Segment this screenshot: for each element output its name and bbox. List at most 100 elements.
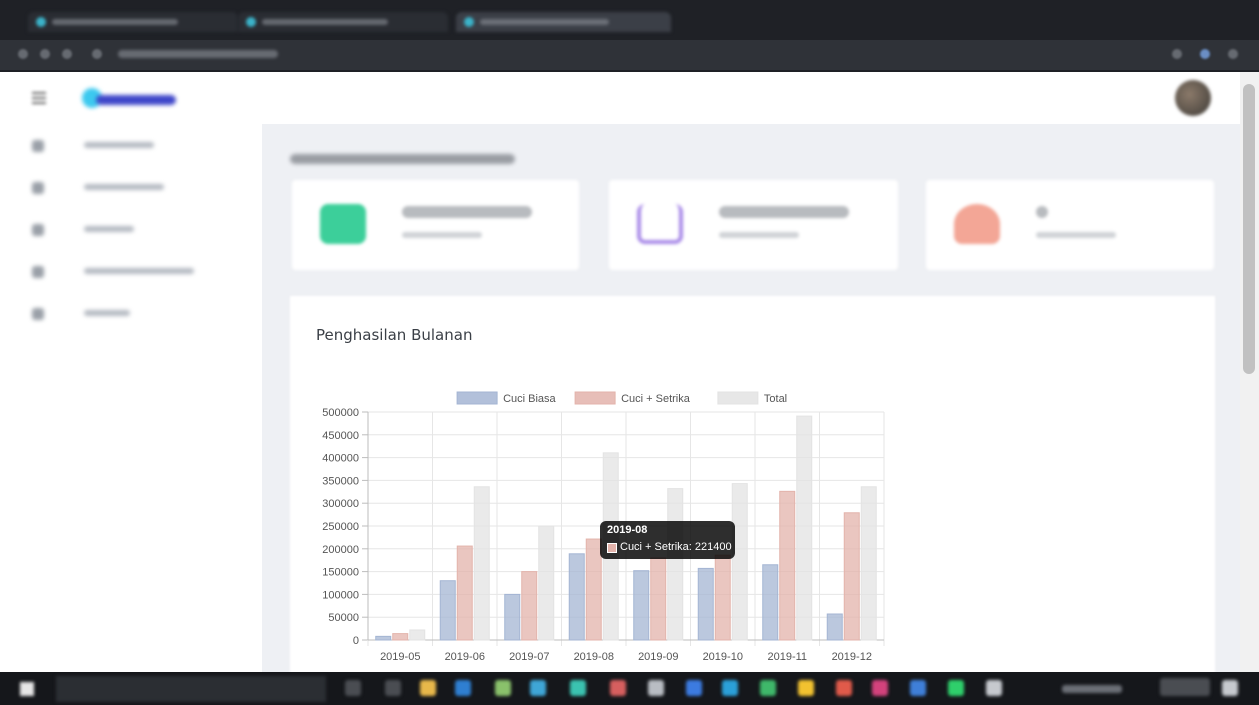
taskbar-app-icon[interactable] bbox=[570, 680, 586, 696]
taskbar-app-icon[interactable] bbox=[648, 680, 664, 696]
y-tick-label: 350000 bbox=[322, 475, 359, 487]
y-tick-label: 0 bbox=[353, 635, 359, 647]
bar bbox=[762, 564, 779, 641]
sidebar-item-admin[interactable] bbox=[30, 306, 230, 320]
bar bbox=[585, 538, 602, 641]
legend-label: Total bbox=[764, 393, 787, 405]
bar bbox=[826, 613, 843, 641]
sidebar-item-cucian[interactable] bbox=[30, 222, 230, 236]
back-icon[interactable] bbox=[18, 49, 28, 59]
y-tick-label: 250000 bbox=[322, 521, 359, 533]
bar bbox=[568, 553, 585, 641]
taskbar-app-icon[interactable] bbox=[495, 680, 511, 696]
brand-logo[interactable] bbox=[82, 88, 182, 110]
clock[interactable] bbox=[1160, 678, 1210, 696]
x-tick-label: 2019-06 bbox=[445, 651, 485, 663]
tooltip-title: 2019-08 bbox=[607, 524, 648, 536]
bar bbox=[779, 490, 796, 641]
bar bbox=[796, 415, 813, 641]
taskbar-app-icon[interactable] bbox=[910, 680, 926, 696]
browser-tab[interactable] bbox=[28, 12, 238, 32]
taskbar-app-icon[interactable] bbox=[722, 680, 738, 696]
bar-chart: 0 50000 100000 150000 200000 250000 300000 3500… bbox=[322, 391, 885, 663]
stat-label bbox=[719, 232, 799, 238]
x-tick-label: 2019-08 bbox=[574, 651, 614, 663]
chart-tooltip: 2019-08 Cuci + Setrika: 221400 bbox=[600, 521, 735, 559]
y-tick-label: 300000 bbox=[322, 498, 359, 510]
tab-strip bbox=[0, 8, 1259, 34]
bar bbox=[392, 633, 409, 641]
tooltip-swatch bbox=[607, 543, 617, 553]
x-tick-label: 2019-09 bbox=[638, 651, 678, 663]
tooltip-body: Cuci + Setrika: 221400 bbox=[620, 541, 732, 553]
bar bbox=[409, 629, 426, 641]
stat-value bbox=[719, 206, 849, 218]
browser-chrome bbox=[0, 0, 1259, 72]
basket-icon bbox=[32, 182, 44, 194]
task-view-icon[interactable] bbox=[345, 680, 361, 696]
y-tick-label: 500000 bbox=[322, 407, 359, 419]
y-tick-label: 450000 bbox=[322, 430, 359, 442]
sidebar-item-data-pelanggan[interactable] bbox=[30, 264, 230, 278]
menu-icon[interactable] bbox=[1228, 49, 1238, 59]
user-avatar[interactable] bbox=[1175, 80, 1211, 116]
file-explorer-icon[interactable] bbox=[420, 680, 436, 696]
taskbar-app-icon[interactable] bbox=[948, 680, 964, 696]
sidebar-item-dashboard[interactable] bbox=[30, 138, 230, 152]
taskbar-app-icon[interactable] bbox=[686, 680, 702, 696]
sidebar-item-cucian-baru[interactable] bbox=[30, 180, 230, 194]
favicon-icon bbox=[246, 17, 256, 27]
notification-icon[interactable] bbox=[1222, 680, 1238, 696]
bar bbox=[731, 483, 748, 641]
bar bbox=[860, 486, 877, 641]
reload-icon[interactable] bbox=[62, 49, 72, 59]
taskbar-app-icon[interactable] bbox=[610, 680, 626, 696]
bar bbox=[633, 570, 650, 641]
bar bbox=[697, 567, 714, 641]
taskbar-app-icon[interactable] bbox=[836, 680, 852, 696]
taskbar-app-icon[interactable] bbox=[530, 680, 546, 696]
y-tick-label: 200000 bbox=[322, 544, 359, 556]
x-tick-label: 2019-11 bbox=[767, 651, 807, 663]
dashboard-icon bbox=[32, 140, 44, 152]
customers-icon bbox=[954, 204, 1000, 244]
legend-label: Cuci Biasa bbox=[503, 393, 556, 405]
windows-start-icon[interactable] bbox=[20, 682, 34, 696]
taskbar-app-icon[interactable] bbox=[760, 680, 776, 696]
sidebar bbox=[0, 124, 262, 672]
taskbar-app-icon[interactable] bbox=[798, 680, 814, 696]
hamburger-menu-icon[interactable] bbox=[32, 92, 46, 104]
bar bbox=[456, 545, 473, 641]
stat-card-laundry bbox=[609, 180, 898, 270]
stat-card-income bbox=[292, 180, 579, 270]
bar bbox=[650, 557, 667, 641]
url-text[interactable] bbox=[118, 50, 278, 58]
browser-tab-active[interactable] bbox=[456, 12, 671, 32]
taskbar-app-icon[interactable] bbox=[385, 680, 401, 696]
x-tick-label: 2019-05 bbox=[380, 651, 420, 663]
bar bbox=[504, 593, 521, 641]
star-icon[interactable] bbox=[1172, 49, 1182, 59]
bar bbox=[843, 512, 860, 641]
browser-tab[interactable] bbox=[238, 12, 448, 32]
bar bbox=[667, 488, 684, 641]
money-icon bbox=[320, 204, 366, 244]
bar bbox=[439, 580, 456, 641]
taskbar-app-icon[interactable] bbox=[986, 680, 1002, 696]
taskbar-search[interactable] bbox=[56, 676, 326, 702]
legend-swatch bbox=[717, 391, 759, 405]
taskbar-app-icon[interactable] bbox=[872, 680, 888, 696]
forward-icon[interactable] bbox=[40, 49, 50, 59]
admin-icon bbox=[32, 308, 44, 320]
lock-icon bbox=[92, 49, 102, 59]
favicon-icon bbox=[464, 17, 474, 27]
scrollbar-thumb[interactable] bbox=[1243, 84, 1255, 374]
system-tray[interactable] bbox=[1062, 685, 1122, 693]
x-tick-label: 2019-10 bbox=[703, 651, 743, 663]
y-tick-label: 400000 bbox=[322, 453, 359, 465]
y-tick-label: 50000 bbox=[328, 612, 359, 624]
taskbar-app-icon[interactable] bbox=[455, 680, 471, 696]
bar bbox=[538, 525, 555, 641]
bar bbox=[473, 486, 490, 641]
profile-icon[interactable] bbox=[1200, 49, 1210, 59]
